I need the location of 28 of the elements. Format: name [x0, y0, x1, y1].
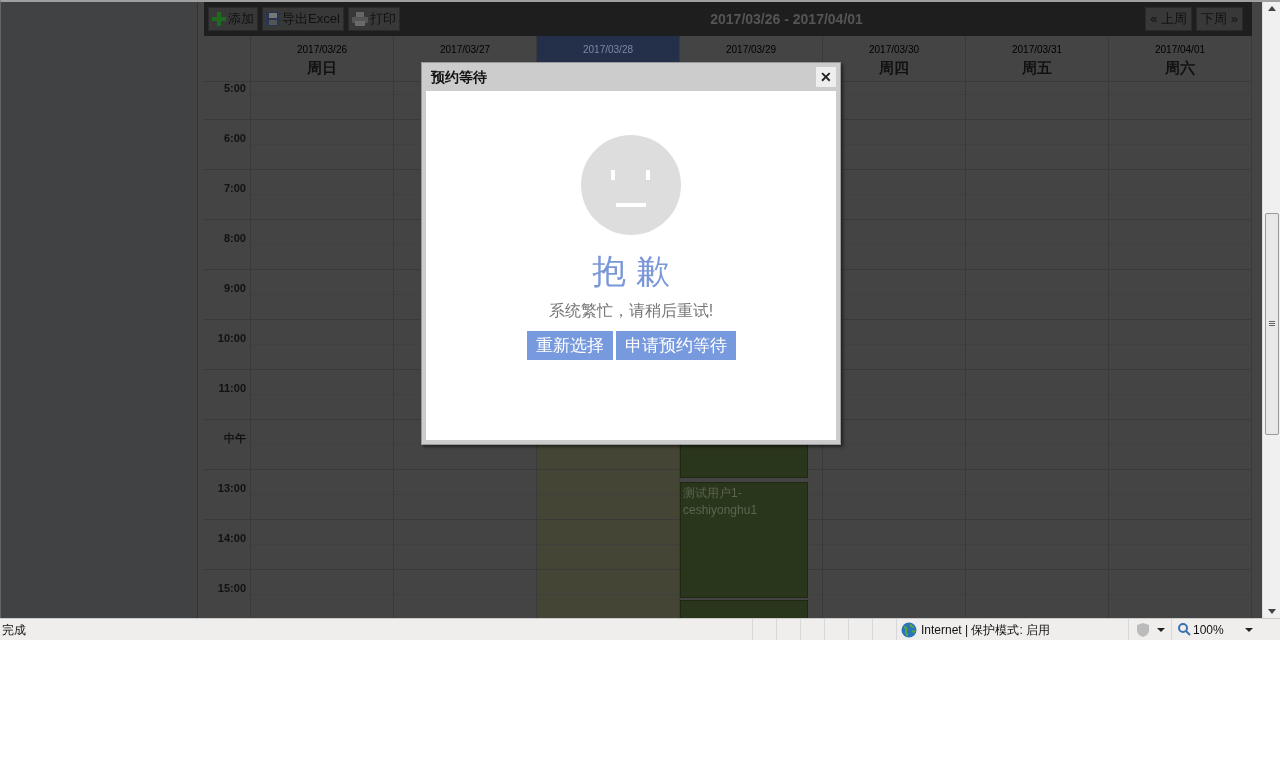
dialog-title: 预约等待 — [431, 67, 487, 87]
scrollbar-thumb[interactable] — [1264, 213, 1279, 435]
day-date: 2017/03/31 — [1011, 43, 1063, 57]
scroll-down-icon[interactable] — [1267, 609, 1276, 614]
caret-icon[interactable] — [1157, 627, 1165, 632]
printer-icon — [351, 12, 368, 26]
security-zone-text: Internet | 保护模式: 启用 — [921, 621, 1051, 639]
day-date: 2017/03/30 — [868, 43, 920, 57]
globe-icon — [901, 621, 917, 638]
scrollbar[interactable] — [1262, 2, 1280, 618]
close-button[interactable]: ✕ — [816, 67, 836, 87]
zoom-icon[interactable] — [1178, 623, 1191, 636]
grip-icon — [1268, 321, 1275, 327]
status-text: 完成 — [1, 621, 27, 639]
day-date: 2017/03/27 — [439, 43, 491, 57]
day-date: 2017/04/01 — [1154, 43, 1206, 57]
dialog-button[interactable]: 重新选择 — [526, 331, 613, 360]
scroll-up-icon[interactable] — [1267, 6, 1276, 11]
caret-icon[interactable] — [1245, 627, 1253, 632]
day-date: 2017/03/29 — [725, 43, 777, 57]
dialog-heading: 抱 歉 — [591, 251, 671, 291]
dialog-message: 系统繁忙，请稍后重试! — [548, 301, 714, 321]
zoom-level[interactable]: 100% — [1193, 620, 1243, 639]
dialog-button[interactable]: 申请预约等待 — [615, 331, 736, 360]
day-date: 2017/03/28 — [582, 43, 634, 57]
neutral-face-icon — [581, 135, 681, 235]
day-date: 2017/03/26 — [296, 43, 348, 57]
plus-icon — [212, 12, 226, 26]
